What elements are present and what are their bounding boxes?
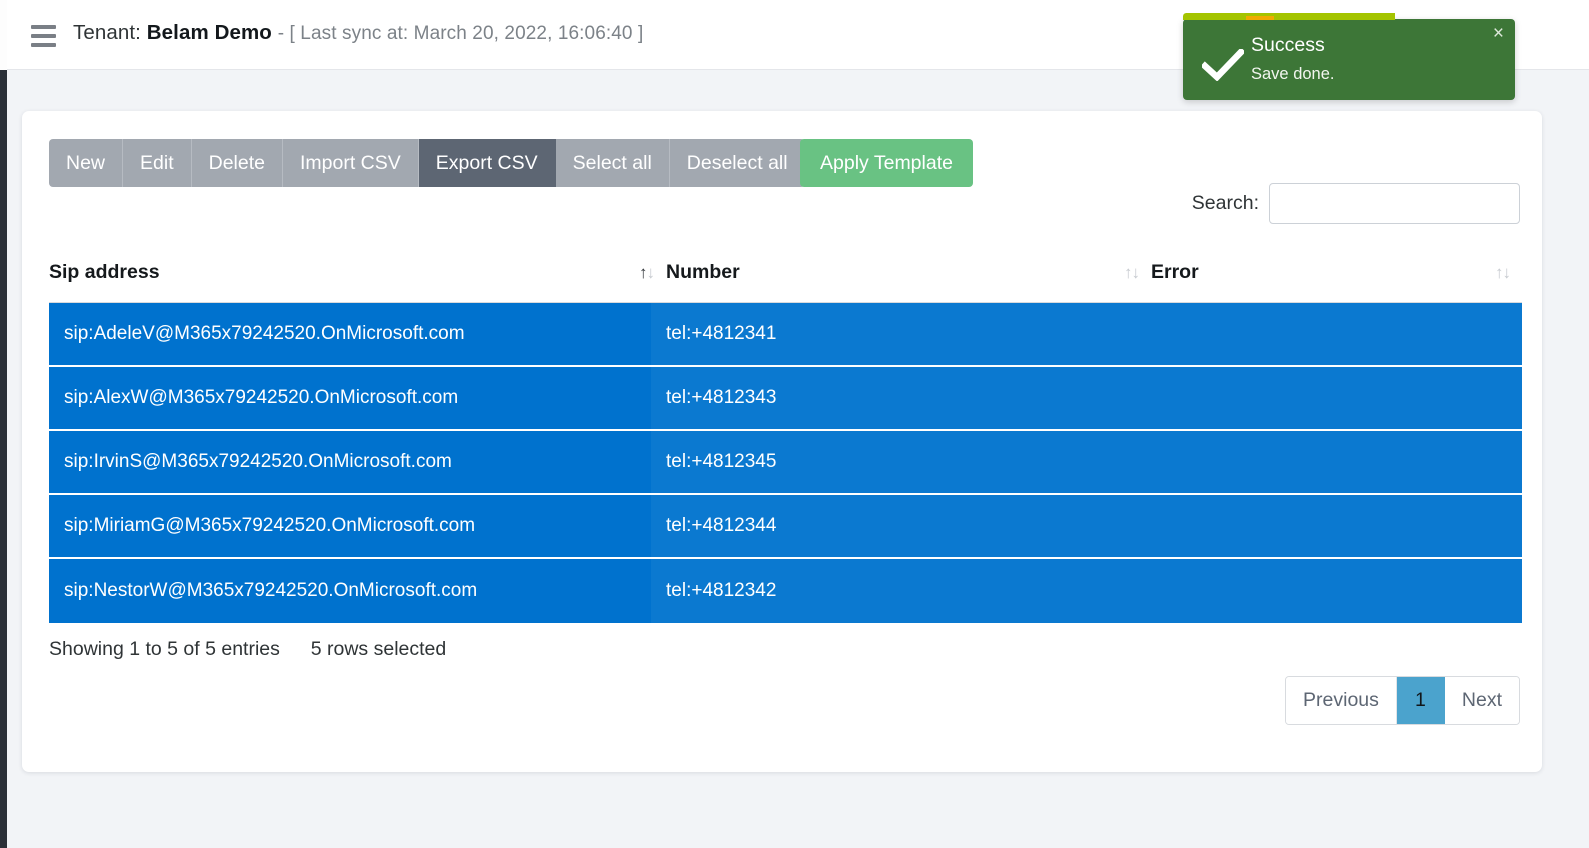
cell-number: tel:+4812342 <box>651 559 1136 623</box>
cell-error <box>1136 431 1522 493</box>
hamburger-bar <box>31 25 56 29</box>
cell-error <box>1136 559 1522 623</box>
cell-number: tel:+4812341 <box>651 303 1136 365</box>
data-table: Sip address ↑↓ Number ↑↓ Error ↑↓ sip:Ad… <box>49 243 1522 623</box>
apply-template-button[interactable]: Apply Template <box>800 139 973 187</box>
column-header-sip-address[interactable]: Sip address ↑↓ <box>49 261 666 284</box>
toast-message: Save done. <box>1251 65 1334 84</box>
close-icon[interactable]: × <box>1493 24 1504 43</box>
table-row[interactable]: sip:NestorW@M365x79242520.OnMicrosoft.co… <box>49 559 1522 623</box>
search-label: Search: <box>1192 192 1259 215</box>
cell-error <box>1136 495 1522 557</box>
cell-error <box>1136 367 1522 429</box>
content-card: New Edit Delete Import CSV Export CSV Se… <box>22 111 1542 772</box>
hamburger-menu-icon[interactable] <box>31 23 56 47</box>
search-area: Search: <box>1192 183 1520 224</box>
edit-button[interactable]: Edit <box>123 139 192 187</box>
table-row[interactable]: sip:MiriamG@M365x79242520.OnMicrosoft.co… <box>49 495 1522 559</box>
last-sync-text: - [ Last sync at: March 20, 2022, 16:06:… <box>278 23 644 44</box>
pagination-next-button[interactable]: Next <box>1445 677 1519 724</box>
column-label-number: Number <box>666 261 740 284</box>
column-header-number[interactable]: Number ↑↓ <box>666 261 1151 284</box>
cell-sip-address: sip:IrvinS@M365x79242520.OnMicrosoft.com <box>49 431 651 493</box>
cell-sip-address: sip:MiriamG@M365x79242520.OnMicrosoft.co… <box>49 495 651 557</box>
table-footer-info: Showing 1 to 5 of 5 entries 5 rows selec… <box>49 638 446 661</box>
cell-sip-address: sip:AlexW@M365x79242520.OnMicrosoft.com <box>49 367 651 429</box>
sort-icon-error[interactable]: ↑↓ <box>1484 264 1510 281</box>
toast-progress-bar <box>1183 13 1395 20</box>
pagination-previous-button[interactable]: Previous <box>1286 677 1397 724</box>
cell-sip-address: sip:AdeleV@M365x79242520.OnMicrosoft.com <box>49 303 651 365</box>
new-button[interactable]: New <box>49 139 123 187</box>
column-header-error[interactable]: Error ↑↓ <box>1151 261 1522 284</box>
pagination-page-1-button[interactable]: 1 <box>1397 677 1445 724</box>
cell-sip-address: sip:NestorW@M365x79242520.OnMicrosoft.co… <box>49 559 651 623</box>
search-input[interactable] <box>1269 183 1520 224</box>
cell-error <box>1136 303 1522 365</box>
table-row[interactable]: sip:AdeleV@M365x79242520.OnMicrosoft.com… <box>49 303 1522 367</box>
action-button-group: New Edit Delete Import CSV Export CSV Se… <box>49 139 805 187</box>
export-csv-button[interactable]: Export CSV <box>419 139 556 187</box>
sort-icon-sip-address[interactable]: ↑↓ <box>628 264 654 281</box>
import-csv-button[interactable]: Import CSV <box>283 139 419 187</box>
column-label-sip-address: Sip address <box>49 261 160 284</box>
table-header-row: Sip address ↑↓ Number ↑↓ Error ↑↓ <box>49 243 1522 303</box>
delete-button[interactable]: Delete <box>192 139 283 187</box>
tenant-name: Belam Demo <box>147 21 272 44</box>
left-rail-header-cap <box>0 0 7 70</box>
left-rail <box>0 0 7 848</box>
table-row[interactable]: sip:AlexW@M365x79242520.OnMicrosoft.com … <box>49 367 1522 431</box>
showing-entries-text: Showing 1 to 5 of 5 entries <box>49 638 280 660</box>
table-body: sip:AdeleV@M365x79242520.OnMicrosoft.com… <box>49 303 1522 623</box>
select-all-button[interactable]: Select all <box>556 139 670 187</box>
cell-number: tel:+4812344 <box>651 495 1136 557</box>
tenant-info: Tenant: Belam Demo - [ Last sync at: Mar… <box>73 21 643 45</box>
sort-icon-number[interactable]: ↑↓ <box>1113 264 1139 281</box>
cell-number: tel:+4812343 <box>651 367 1136 429</box>
pagination: Previous 1 Next <box>1285 676 1520 725</box>
app-root: om Tenant: Belam Demo - [ Last sync at: … <box>0 0 1589 848</box>
toast-title: Success <box>1251 34 1325 57</box>
hamburger-bar <box>31 34 56 38</box>
toast-progress-marker <box>1246 16 1274 20</box>
column-label-error: Error <box>1151 261 1199 284</box>
toast-progress-track <box>1183 13 1515 20</box>
success-toast[interactable]: Success Save done. × <box>1183 19 1515 100</box>
deselect-all-button[interactable]: Deselect all <box>670 139 805 187</box>
rows-selected-text: 5 rows selected <box>311 638 446 660</box>
table-row[interactable]: sip:IrvinS@M365x79242520.OnMicrosoft.com… <box>49 431 1522 495</box>
hamburger-bar <box>31 43 56 47</box>
check-icon <box>1202 49 1244 81</box>
cell-number: tel:+4812345 <box>651 431 1136 493</box>
tenant-label: Tenant: <box>73 21 141 44</box>
